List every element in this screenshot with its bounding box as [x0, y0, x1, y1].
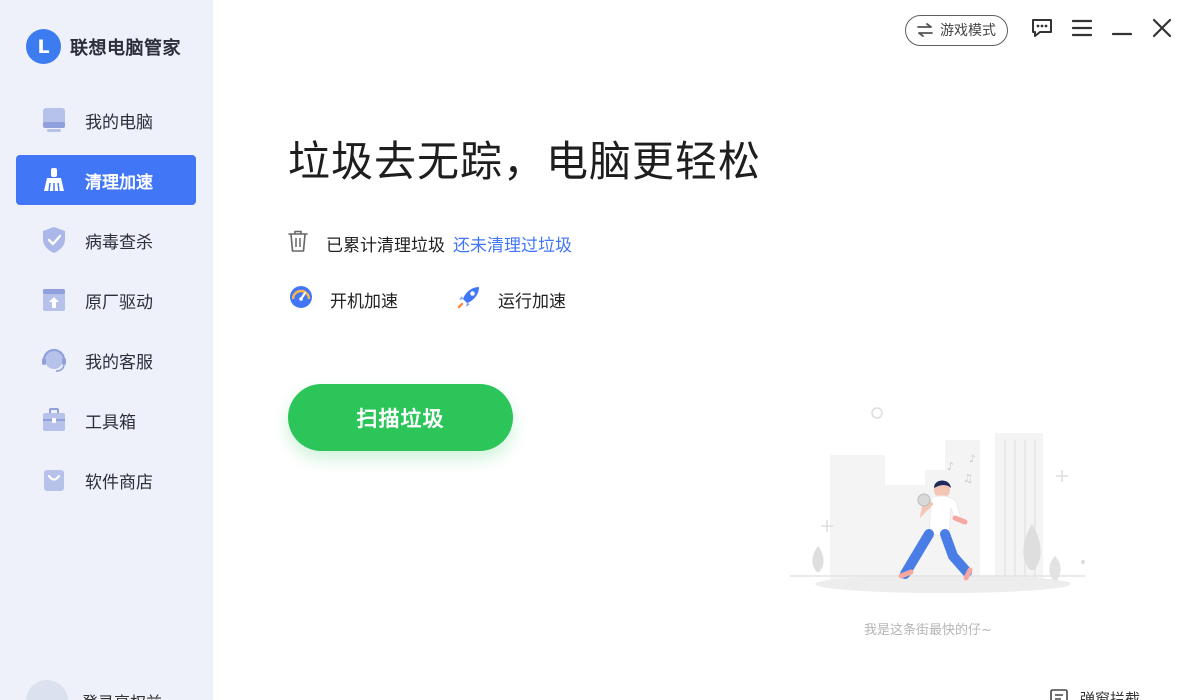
- game-mode-button[interactable]: 游戏模式: [905, 14, 1008, 46]
- sidebar-item-label: 清理加速: [85, 172, 153, 193]
- trash-can-icon: [288, 230, 308, 257]
- sidebar-item-software-store[interactable]: 软件商店: [16, 455, 196, 505]
- title-bar: 游戏模式: [905, 14, 1182, 46]
- avatar: [26, 680, 68, 700]
- headset-icon: [41, 347, 67, 373]
- scan-junk-button[interactable]: 扫描垃圾: [288, 384, 513, 451]
- driver-upload-icon: [41, 287, 67, 313]
- game-mode-label: 游戏模式: [940, 23, 996, 39]
- sidebar-item-label: 病毒查杀: [85, 232, 153, 253]
- svg-text:♪: ♪: [969, 454, 975, 465]
- toolbox-icon: [41, 407, 67, 433]
- sidebar-item-label: 我的客服: [85, 352, 153, 373]
- runtime-boost-label: 运行加速: [498, 292, 566, 312]
- stat-label: 已累计清理垃圾: [326, 236, 445, 256]
- cleanup-stats: 已累计清理垃圾 还未清理过垃圾: [288, 230, 572, 257]
- cleanup-history-link[interactable]: 还未清理过垃圾: [453, 231, 572, 256]
- illustration-caption: 我是这条街最快的仔~: [864, 623, 992, 638]
- login-entry[interactable]: 登录享权益: [26, 680, 162, 700]
- minimize-icon: [1111, 21, 1133, 40]
- hamburger-menu-icon: [1071, 19, 1093, 41]
- page-headline: 垃圾去无踪，电脑更轻松: [288, 137, 762, 186]
- popup-block-entry[interactable]: 弹窗拦截: [1050, 688, 1140, 700]
- runtime-boost-button[interactable]: 运行加速: [456, 284, 566, 315]
- startup-boost-button[interactable]: 开机加速: [288, 284, 398, 315]
- app-window: L 联想电脑管家 我的电脑 清理加速 病毒查杀 原厂驱动 我的客服 工具箱 软件…: [0, 0, 1200, 700]
- speedometer-icon: [288, 284, 314, 315]
- sidebar-item-toolbox[interactable]: 工具箱: [16, 395, 196, 445]
- close-button[interactable]: [1142, 14, 1182, 46]
- svg-text:♫: ♫: [963, 472, 973, 485]
- app-title: 联想电脑管家: [70, 37, 181, 59]
- sidebar-item-label: 软件商店: [85, 472, 153, 493]
- shopping-bag-icon: [41, 467, 67, 493]
- brand: L 联想电脑管家: [26, 29, 181, 64]
- swap-arrows-icon: [916, 23, 934, 37]
- sidebar-item-label: 原厂驱动: [85, 292, 153, 313]
- shield-icon: [41, 227, 67, 253]
- sidebar-nav: 我的电脑 清理加速 病毒查杀 原厂驱动 我的客服 工具箱 软件商店: [16, 95, 196, 515]
- menu-button[interactable]: [1062, 14, 1102, 46]
- rocket-icon: [456, 284, 482, 315]
- chat-bubble-icon: [1031, 18, 1053, 42]
- login-label: 登录享权益: [82, 689, 162, 700]
- feedback-button[interactable]: [1022, 14, 1062, 46]
- sidebar-item-label: 我的电脑: [85, 112, 153, 133]
- boost-options: 开机加速 运行加速: [288, 284, 566, 315]
- close-icon: [1152, 18, 1172, 42]
- sidebar: L 联想电脑管家 我的电脑 清理加速 病毒查杀 原厂驱动 我的客服 工具箱 软件…: [0, 0, 213, 700]
- startup-boost-label: 开机加速: [330, 292, 398, 312]
- running-person-illustration: ♪ ♫ ♪: [785, 400, 1095, 600]
- sidebar-item-label: 工具箱: [85, 412, 136, 433]
- sidebar-item-cleanup[interactable]: 清理加速: [16, 155, 196, 205]
- lenovo-logo-icon: L: [26, 29, 61, 64]
- svg-text:♪: ♪: [947, 460, 954, 473]
- minimize-button[interactable]: [1102, 14, 1142, 46]
- popup-block-label: 弹窗拦截: [1080, 690, 1141, 700]
- broom-icon: [41, 167, 67, 193]
- document-icon: [1050, 688, 1068, 700]
- sidebar-item-virus-scan[interactable]: 病毒查杀: [16, 215, 196, 265]
- computer-icon: [41, 107, 67, 133]
- sidebar-item-my-computer[interactable]: 我的电脑: [16, 95, 196, 145]
- sidebar-item-drivers[interactable]: 原厂驱动: [16, 275, 196, 325]
- sidebar-item-customer-service[interactable]: 我的客服: [16, 335, 196, 385]
